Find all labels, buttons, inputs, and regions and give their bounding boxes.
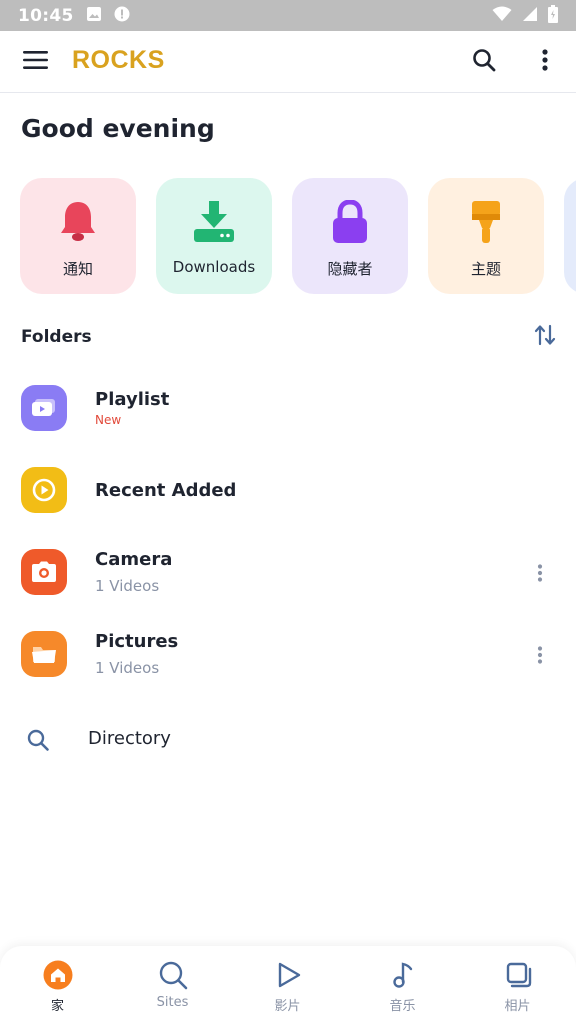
- tile-partial[interactable]: [564, 178, 576, 294]
- search-icon: [24, 726, 52, 754]
- folder-row-camera[interactable]: Camera 1 Videos: [0, 537, 576, 607]
- tile-hidden[interactable]: 隐藏者: [292, 178, 408, 294]
- photos-icon: [502, 959, 534, 991]
- sort-icon: [534, 324, 556, 350]
- nav-label: 相片: [504, 999, 531, 1014]
- tile-label: Downloads: [172, 258, 256, 276]
- image-notification-icon: [86, 6, 102, 26]
- folder-video-count: 1 Videos: [95, 577, 160, 595]
- folder-name: Camera: [95, 549, 173, 570]
- menu-button[interactable]: [20, 48, 52, 76]
- folder-name: Playlist: [95, 389, 170, 410]
- status-time: 10:45: [18, 5, 74, 26]
- camera-icon: [21, 549, 67, 595]
- nav-sites[interactable]: Sites: [115, 946, 230, 1024]
- wifi-icon: [492, 6, 512, 26]
- folder-name: Pictures: [95, 631, 179, 652]
- home-icon: [42, 959, 74, 991]
- folder-more-button[interactable]: [526, 641, 554, 669]
- nav-label: 影片: [274, 999, 301, 1014]
- tile-downloads[interactable]: Downloads: [156, 178, 272, 294]
- nav-videos[interactable]: 影片: [230, 946, 345, 1024]
- nav-photos[interactable]: 相片: [460, 946, 575, 1024]
- tile-label: 通知: [62, 260, 93, 278]
- directory-row[interactable]: Directory: [0, 712, 576, 768]
- music-note-icon: [387, 959, 419, 991]
- recent-play-icon: [21, 467, 67, 513]
- folder-icon: [21, 631, 67, 677]
- nav-label: 家: [50, 999, 64, 1014]
- folders-section-title: Folders: [21, 327, 92, 347]
- sort-button[interactable]: [532, 324, 558, 350]
- search-icon: [472, 48, 496, 76]
- bell-icon: [54, 198, 102, 246]
- download-icon: [190, 198, 238, 246]
- folder-more-button[interactable]: [526, 559, 554, 587]
- folder-row-pictures[interactable]: Pictures 1 Videos: [0, 619, 576, 689]
- nav-label: Sites: [156, 995, 189, 1010]
- tile-notifications[interactable]: 通知: [20, 178, 136, 294]
- bottom-navigation: 家 Sites 影片 音乐 相片: [0, 946, 576, 1024]
- signal-icon: [522, 6, 538, 26]
- status-bar: 10:45: [0, 0, 576, 31]
- nav-home[interactable]: 家: [0, 946, 115, 1024]
- app-logo: ROCKS: [72, 46, 165, 74]
- directory-label: Directory: [88, 728, 171, 749]
- folder-row-playlist[interactable]: Playlist New: [0, 373, 576, 443]
- play-icon: [272, 959, 304, 991]
- more-options-button[interactable]: [530, 47, 560, 77]
- alert-notification-icon: [114, 6, 130, 26]
- nav-music[interactable]: 音乐: [345, 946, 460, 1024]
- app-bar: ROCKS: [0, 31, 576, 93]
- tile-label: 隐藏者: [327, 260, 373, 278]
- tile-label: 主题: [470, 260, 501, 278]
- more-vertical-icon: [542, 49, 548, 75]
- folder-row-recent-added[interactable]: Recent Added: [0, 455, 576, 525]
- lock-icon: [326, 198, 374, 246]
- paint-brush-icon: [462, 198, 510, 246]
- new-badge: New: [95, 413, 122, 427]
- quick-access-tiles: 通知 Downloads 隐藏者 主题: [20, 178, 576, 294]
- battery-icon: [548, 4, 558, 27]
- folder-name: Recent Added: [95, 480, 237, 501]
- folder-video-count: 1 Videos: [95, 659, 160, 677]
- tile-themes[interactable]: 主题: [428, 178, 544, 294]
- playlist-icon: [21, 385, 67, 431]
- search-button[interactable]: [468, 47, 500, 77]
- search-icon: [157, 959, 189, 991]
- nav-label: 音乐: [389, 999, 416, 1014]
- greeting-title: Good evening: [21, 114, 215, 143]
- hamburger-icon: [23, 50, 49, 74]
